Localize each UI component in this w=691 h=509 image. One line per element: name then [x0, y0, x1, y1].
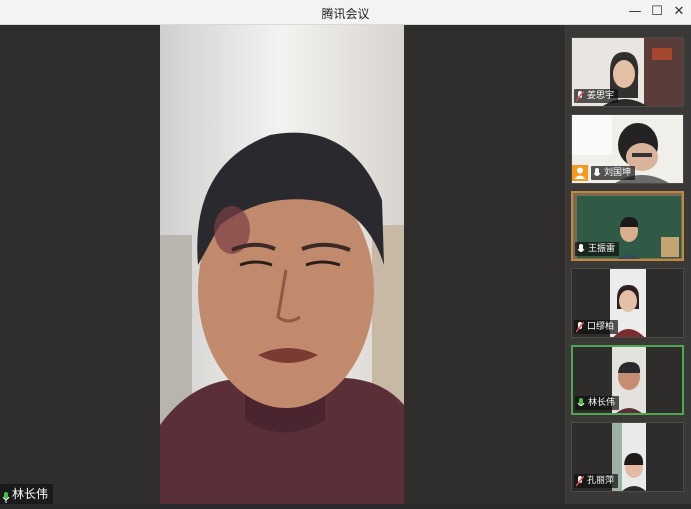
- participant-name: 姜思宇: [587, 91, 615, 101]
- participant-gallery: 姜思宇 刘国坤 王振雷 口缪柏 林长伟 孔丽萍: [563, 25, 691, 504]
- microphone-icon: [577, 243, 585, 255]
- minimize-button[interactable]: —: [626, 3, 644, 21]
- participant-label: 刘国坤: [591, 166, 636, 180]
- participant-name: 刘国坤: [604, 168, 632, 178]
- participant-label: 孔丽萍: [574, 474, 619, 488]
- participant-tile[interactable]: 口缪柏: [571, 268, 684, 338]
- participant-label: 王振雷: [575, 242, 620, 256]
- main-video-area[interactable]: 林长伟: [0, 25, 563, 504]
- host-person-icon: [572, 165, 588, 181]
- participant-name: 王振雷: [588, 244, 616, 254]
- microphone-speaking-icon: [2, 489, 10, 503]
- microphone-muted-icon: [576, 475, 584, 487]
- title-bar: 腾讯会议 — ☐ ✕: [0, 0, 691, 25]
- main-speaker-label: 林长伟: [0, 484, 54, 504]
- participant-label: 口缪柏: [574, 320, 619, 334]
- participant-tile[interactable]: 刘国坤: [571, 114, 684, 184]
- participant-label: 林长伟: [575, 396, 620, 410]
- maximize-button[interactable]: ☐: [648, 3, 666, 21]
- participant-tile[interactable]: 姜思宇: [571, 37, 684, 107]
- microphone-muted-icon: [576, 90, 584, 102]
- microphone-speaking-icon: [577, 397, 585, 409]
- window-title: 腾讯会议: [321, 7, 370, 21]
- main-video-feed: [160, 25, 404, 504]
- participant-label: 姜思宇: [574, 89, 619, 103]
- participant-name: 孔丽萍: [587, 476, 615, 486]
- participant-name: 林长伟: [588, 398, 616, 408]
- meeting-window: 腾讯会议 — ☐ ✕ 林长伟 姜思宇 刘国坤 王振雷 口缪柏 林长伟 孔丽萍: [0, 0, 691, 504]
- microphone-icon: [593, 167, 601, 179]
- participant-tile[interactable]: 王振雷: [571, 191, 684, 261]
- main-speaker-name: 林长伟: [12, 487, 49, 501]
- participant-tile[interactable]: 孔丽萍: [571, 422, 684, 492]
- close-button[interactable]: ✕: [670, 3, 688, 21]
- participant-name: 口缪柏: [587, 322, 615, 332]
- microphone-muted-icon: [576, 321, 584, 333]
- participant-tile[interactable]: 林长伟: [571, 345, 684, 415]
